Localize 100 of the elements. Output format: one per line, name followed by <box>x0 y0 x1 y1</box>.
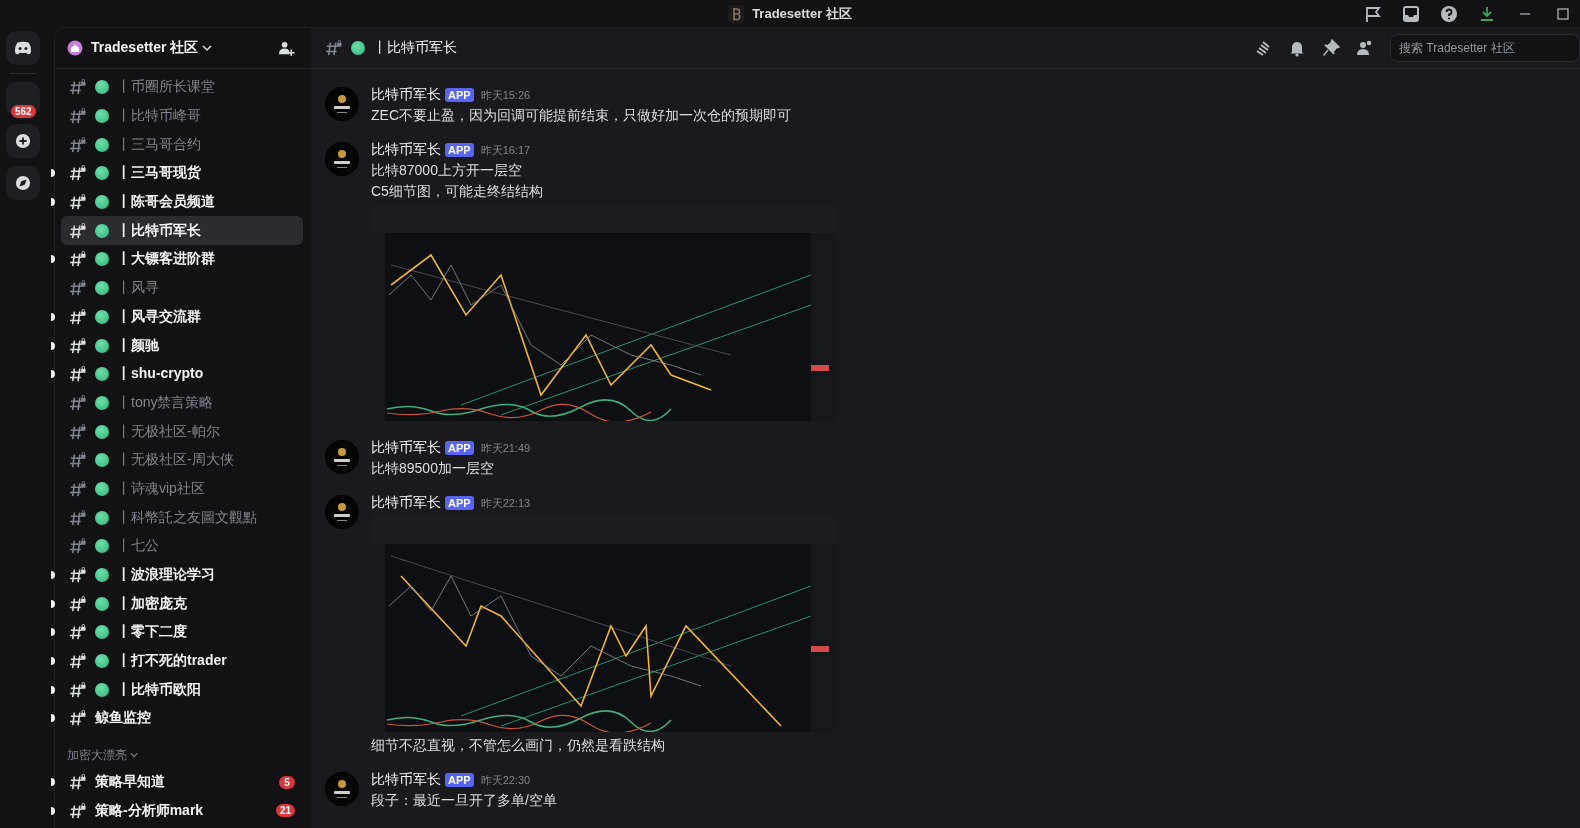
flag-icon[interactable] <box>1364 4 1382 23</box>
channel-item[interactable]: 丨无极社区-周大侠 <box>61 445 303 475</box>
channel-item[interactable]: 丨比特币欧阳 <box>61 675 303 705</box>
timestamp: 昨天22:13 <box>480 495 531 511</box>
locked-hash-icon <box>69 394 87 411</box>
add-server-button[interactable] <box>6 124 40 158</box>
channel-item[interactable]: 丨shu-crypto <box>61 359 303 389</box>
server-button[interactable]: 562 <box>6 82 40 116</box>
home-button[interactable] <box>6 31 40 65</box>
channel-name: 丨风寻交流群 <box>117 307 201 326</box>
channel-item[interactable]: 丨加密庞克 <box>61 589 303 619</box>
add-person-icon[interactable] <box>278 39 295 57</box>
channel-item[interactable]: 策略-分析师mark 21 <box>61 796 303 826</box>
author-name[interactable]: 比特币军长 <box>371 86 441 104</box>
channel-item[interactable]: 丨科幣託之友圖文觀點 <box>61 503 303 532</box>
status-dot <box>95 338 109 353</box>
app-tag: APP <box>445 143 474 157</box>
window-title: Tradesetter 社区 <box>752 4 852 23</box>
channel-item[interactable]: 丨三马哥现货 <box>61 159 303 188</box>
status-dot <box>95 252 109 267</box>
message-text: 细节不忍直视，不管怎么画门，仍然是看跌结构 <box>371 736 666 755</box>
channel-item[interactable]: 丨三马哥合约 <box>61 130 303 160</box>
author-name[interactable]: 比特币军长 <box>371 771 441 789</box>
unread-indicator <box>51 778 55 787</box>
channel-name: 丨大镖客进阶群 <box>117 250 215 269</box>
channel-item[interactable]: 丨诗魂vip社区 <box>61 474 303 504</box>
locked-hash-icon <box>69 136 87 153</box>
author-name[interactable]: 比特币军长 <box>371 494 441 512</box>
locked-hash-icon <box>69 802 87 819</box>
pin-icon[interactable] <box>1322 39 1340 57</box>
channel-item[interactable]: 鲸鱼监控 <box>61 704 303 733</box>
bell-icon[interactable] <box>1288 39 1306 57</box>
status-dot <box>95 596 109 611</box>
channel-item[interactable]: 丨陈哥会员频道 <box>61 187 303 217</box>
channel-item[interactable]: 丨打不死的trader <box>61 646 303 676</box>
locked-hash-icon <box>69 538 87 555</box>
channel-name: 鲸鱼监控 <box>95 709 151 728</box>
timestamp: 昨天15:26 <box>480 87 531 103</box>
channel-item[interactable]: 丨风寻 <box>61 273 303 303</box>
channel-item[interactable]: 丨比特币峰哥 <box>61 101 303 131</box>
unread-indicator <box>51 198 55 207</box>
server-name[interactable]: Tradesetter 社区 <box>91 39 199 57</box>
chevron-down-icon[interactable] <box>202 43 213 53</box>
channel-name: 丨诗魂vip社区 <box>117 479 205 498</box>
discover-button[interactable] <box>6 166 40 200</box>
search-field[interactable]: 搜索 Tradesetter 社区 <box>1390 34 1580 62</box>
channel-item[interactable]: 丨大镖客进阶群 <box>61 245 303 274</box>
locked-hash-icon <box>69 774 87 791</box>
channel-item[interactable]: 丨零下二度 <box>61 618 303 647</box>
app-tag: APP <box>445 88 474 102</box>
channel-name: 丨三马哥现货 <box>117 164 201 183</box>
channel-item[interactable]: 丨币圈所长课堂 <box>61 73 303 102</box>
channel-item[interactable]: 策略早知道 5 <box>61 767 303 797</box>
channel-item[interactable]: 丨比特币军长 <box>61 216 303 246</box>
help-icon[interactable] <box>1440 4 1458 23</box>
locked-hash-icon <box>69 452 87 469</box>
mention-count: 21 <box>275 804 295 818</box>
locked-hash-icon <box>69 653 87 670</box>
bitcoin-logo-icon <box>728 4 745 23</box>
channel-name: 丨颜驰 <box>117 336 159 355</box>
message-text: ZEC不要止盈，因为回调可能提前结束，只做好加一次仓的预期即可 <box>371 106 791 125</box>
unread-indicator <box>51 628 55 637</box>
status-dot <box>95 109 109 124</box>
author-name[interactable]: 比特币军长 <box>371 141 441 159</box>
download-icon[interactable] <box>1478 4 1496 23</box>
status-dot <box>95 510 109 525</box>
channel-name: 丨无极社区-周大侠 <box>117 451 234 470</box>
locked-hash-icon <box>69 509 87 526</box>
status-dot <box>95 682 109 697</box>
channel-item[interactable]: 丨颜驰 <box>61 331 303 360</box>
timestamp: 昨天16:17 <box>480 142 531 158</box>
category-name[interactable]: 加密大漂亮 <box>67 746 127 764</box>
unread-indicator <box>51 806 55 815</box>
inbox-icon[interactable] <box>1402 4 1420 23</box>
status-dot <box>95 395 109 410</box>
locked-hash-icon <box>69 251 87 268</box>
app-tag: APP <box>445 441 474 455</box>
locked-hash-icon <box>69 423 87 440</box>
status-dot <box>95 424 109 439</box>
compass-icon <box>15 175 31 191</box>
channel-item[interactable]: 丨风寻交流群 <box>61 302 303 332</box>
channel-item[interactable]: 丨七公 <box>61 532 303 561</box>
channel-name: 丨tony禁言策略 <box>117 393 214 412</box>
locked-hash-icon <box>69 222 87 239</box>
members-icon[interactable] <box>1356 39 1374 57</box>
channel-item[interactable]: 丨波浪理论学习 <box>61 560 303 590</box>
channel-name: 丨比特币欧阳 <box>117 680 201 699</box>
threads-icon[interactable] <box>1254 39 1272 57</box>
status-dot <box>95 281 109 296</box>
status-dot <box>95 309 109 324</box>
locked-hash-icon <box>69 79 87 96</box>
channel-item[interactable]: 丨tony禁言策略 <box>61 388 303 418</box>
timestamp: 昨天22:30 <box>480 772 531 788</box>
unread-indicator <box>51 370 55 379</box>
author-name[interactable]: 比特币军长 <box>371 439 441 457</box>
locked-hash-icon <box>69 308 87 325</box>
channel-item[interactable]: 丨无极社区-帕尔 <box>61 417 303 446</box>
plus-icon <box>15 133 31 149</box>
message-text: C5细节图，可能走终结结构 <box>371 182 544 201</box>
unread-indicator <box>51 571 55 580</box>
